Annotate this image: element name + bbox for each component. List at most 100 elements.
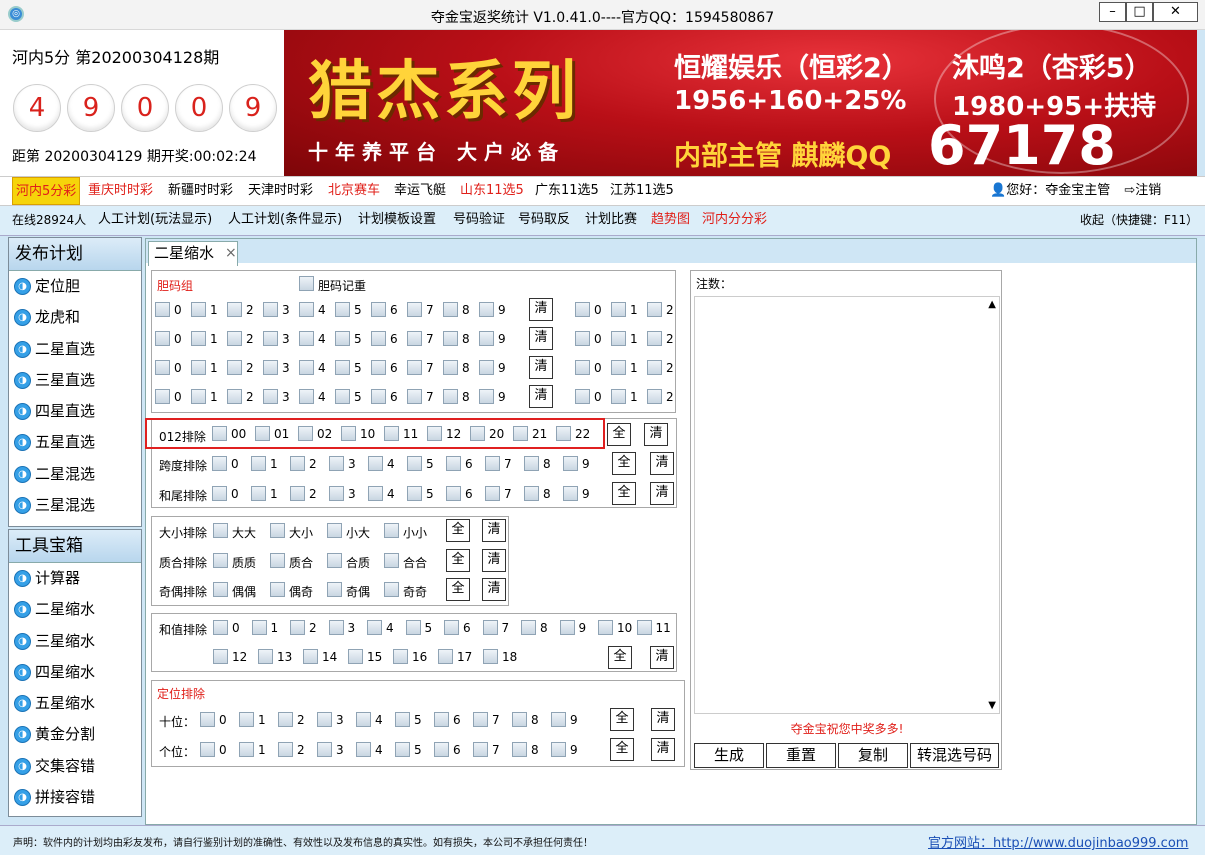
odd-checkbox[interactable] — [327, 582, 342, 597]
size-checkbox[interactable] — [213, 523, 228, 538]
lottery-tab-tianjin[interactable]: 天津时时彩 — [248, 177, 313, 205]
dan-repeat-checkbox[interactable] — [299, 276, 314, 291]
sidebar-item-plan[interactable]: ◑ 二星直选 — [9, 334, 141, 365]
digit-checkbox[interactable] — [407, 360, 422, 375]
digit-checkbox[interactable] — [443, 360, 458, 375]
digit-checkbox[interactable] — [407, 456, 422, 471]
sidebar-item-tool[interactable]: ◑ 拼接容错 — [9, 782, 141, 813]
digit-checkbox[interactable] — [575, 360, 590, 375]
prime-checkbox[interactable] — [213, 553, 228, 568]
sum-checkbox[interactable] — [444, 620, 459, 635]
digit-checkbox[interactable] — [443, 389, 458, 404]
digit-checkbox[interactable] — [575, 302, 590, 317]
digit-checkbox[interactable] — [212, 486, 227, 501]
collapse-shortcut[interactable]: 收起（快捷键：F11） — [1080, 206, 1198, 234]
sum-checkbox[interactable] — [598, 620, 613, 635]
logout-link[interactable]: 注销 — [1135, 183, 1161, 198]
span-all-button[interactable]: 全 — [612, 452, 636, 475]
sum-all-button[interactable]: 全 — [608, 646, 632, 669]
sum-checkbox[interactable] — [348, 649, 363, 664]
odd-all-button[interactable]: 全 — [446, 578, 470, 601]
exclude-012-clear-button[interactable]: 清 — [644, 423, 668, 446]
digit-checkbox[interactable] — [371, 302, 386, 317]
digit-checkbox[interactable] — [446, 486, 461, 501]
digit-checkbox[interactable] — [329, 456, 344, 471]
digit-checkbox[interactable] — [191, 331, 206, 346]
sidebar-item-tool[interactable]: ◑ 五星缩水 — [9, 688, 141, 719]
digit-checkbox[interactable] — [227, 302, 242, 317]
digit-checkbox[interactable] — [335, 302, 350, 317]
digit-checkbox[interactable] — [407, 331, 422, 346]
sum-checkbox[interactable] — [367, 620, 382, 635]
digit-checkbox[interactable] — [395, 712, 410, 727]
digit-checkbox[interactable] — [479, 302, 494, 317]
dan-clear-button[interactable]: 清 — [529, 327, 553, 350]
sum-checkbox[interactable] — [483, 649, 498, 664]
sum-checkbox[interactable] — [290, 620, 305, 635]
digit-checkbox[interactable] — [485, 456, 500, 471]
sum-checkbox[interactable] — [636, 620, 652, 635]
digit-checkbox[interactable] — [263, 331, 278, 346]
odd-checkbox[interactable] — [270, 582, 285, 597]
sidebar-item-plan[interactable]: ◑ 龙虎和 — [9, 302, 141, 333]
digit-checkbox[interactable] — [524, 486, 539, 501]
digit-checkbox[interactable] — [443, 331, 458, 346]
dan-clear-button[interactable]: 清 — [529, 356, 553, 379]
logout-icon[interactable]: ⇨ — [1124, 183, 1135, 198]
toolbar-manual-plan-play[interactable]: 人工计划(玩法显示) — [98, 206, 212, 234]
sidebar-item-tool[interactable]: ◑ 二星缩水 — [9, 594, 141, 625]
sidebar-item-plan[interactable]: ◑ 定位胆 — [9, 271, 141, 302]
sidebar-item-plan[interactable]: ◑ 四星直选 — [9, 396, 141, 427]
digit-checkbox[interactable] — [368, 486, 383, 501]
digit-checkbox[interactable] — [443, 302, 458, 317]
toolbar-trend-chart[interactable]: 趋势图 — [651, 206, 690, 234]
toolbar-plan-template[interactable]: 计划模板设置 — [358, 206, 436, 234]
digit-checkbox[interactable] — [434, 712, 449, 727]
digit-checkbox[interactable] — [611, 331, 626, 346]
digit-checkbox[interactable] — [479, 331, 494, 346]
digit-checkbox[interactable] — [227, 360, 242, 375]
digit-checkbox[interactable] — [263, 302, 278, 317]
odd-checkbox[interactable] — [384, 582, 399, 597]
sum-checkbox[interactable] — [258, 649, 273, 664]
sidebar-item-plan[interactable]: ◑ 三星混选 — [9, 490, 141, 521]
sum-checkbox[interactable] — [482, 620, 498, 635]
reset-button[interactable]: 重置 — [766, 743, 836, 768]
digit-checkbox[interactable] — [371, 389, 386, 404]
digit-checkbox[interactable] — [299, 331, 314, 346]
tab-two-star-reduce[interactable]: 二星缩水 × — [148, 241, 238, 266]
digit-checkbox[interactable] — [200, 742, 215, 757]
digit-checkbox[interactable] — [239, 742, 254, 757]
size-checkbox[interactable] — [327, 523, 342, 538]
sum-checkbox[interactable] — [438, 649, 453, 664]
digit-checkbox[interactable] — [290, 456, 305, 471]
digit-checkbox[interactable] — [278, 742, 293, 757]
digit-checkbox[interactable] — [329, 486, 344, 501]
digit-checkbox[interactable] — [485, 486, 500, 501]
prime-clear-button[interactable]: 清 — [482, 549, 506, 572]
toolbar-number-invert[interactable]: 号码取反 — [518, 206, 570, 234]
odd-checkbox[interactable] — [213, 582, 228, 597]
digit-checkbox[interactable] — [473, 742, 488, 757]
digit-checkbox[interactable] — [251, 486, 266, 501]
digit-checkbox[interactable] — [479, 360, 494, 375]
tail-all-button[interactable]: 全 — [612, 482, 636, 505]
size-clear-button[interactable]: 清 — [482, 519, 506, 542]
ad-banner[interactable]: 猎杰系列 十年养平台 大户必备 恒耀娱乐（恒彩2） 1956+160+25% 内… — [284, 30, 1197, 176]
digit-checkbox[interactable] — [212, 456, 227, 471]
scroll-up-icon[interactable]: ▲ — [988, 299, 996, 310]
prime-all-button[interactable]: 全 — [446, 549, 470, 572]
size-checkbox[interactable] — [270, 523, 285, 538]
sum-checkbox[interactable] — [521, 620, 536, 635]
digit-checkbox[interactable] — [227, 331, 242, 346]
toolbar-plan-contest[interactable]: 计划比赛 — [585, 206, 637, 234]
sidebar-item-plan[interactable]: ◑ 二星混选 — [9, 459, 141, 490]
digit-checkbox[interactable] — [200, 712, 215, 727]
lottery-tab-guangdong[interactable]: 广东11选5 — [535, 177, 599, 205]
prime-checkbox[interactable] — [270, 553, 285, 568]
digit-checkbox[interactable] — [611, 389, 626, 404]
toolbar-manual-plan-condition[interactable]: 人工计划(条件显示) — [228, 206, 342, 234]
digit-checkbox[interactable] — [611, 360, 626, 375]
lottery-tab-xinjiang[interactable]: 新疆时时彩 — [168, 177, 233, 205]
digit-checkbox[interactable] — [575, 389, 590, 404]
